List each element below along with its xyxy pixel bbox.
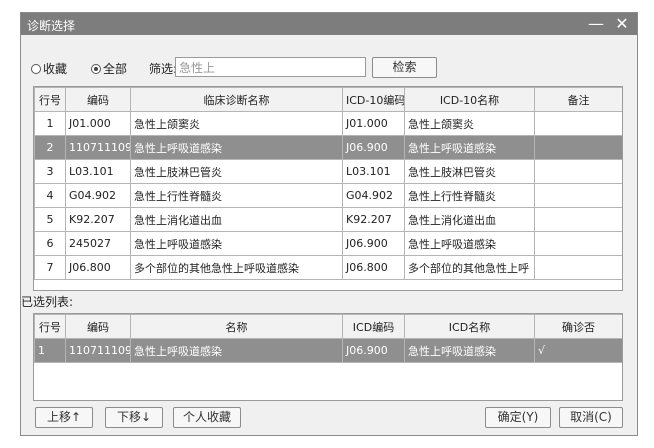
move-up-button[interactable]: 上移↑: [35, 407, 93, 428]
table-cell: [534, 231, 622, 256]
search-button[interactable]: 检索: [372, 57, 437, 78]
table-cell: 急性上呼吸道感染: [130, 135, 343, 160]
table-row[interactable]: 21107111099急性上呼吸道感染J06.900急性上呼吸道感染: [34, 135, 622, 160]
column-header[interactable]: 名称: [130, 314, 343, 339]
table-cell: L03.101: [65, 159, 131, 184]
column-header[interactable]: ICD-10名称: [404, 87, 535, 112]
minimize-icon[interactable]: —: [583, 13, 609, 35]
diagnosis-table: 行号 编码 临床诊断名称 ICD-10编码 ICD-10名称 备注 1 J01.000 急性上…: [33, 86, 623, 291]
table-cell: [534, 159, 622, 184]
column-header[interactable]: 确诊否: [534, 314, 622, 339]
selected-table: 行号编码名称ICD编码ICD名称确诊否 11107111099急性上呼吸道感染J…: [33, 313, 623, 401]
radio-all-label: 全部: [103, 62, 128, 76]
table-cell: J01.000: [65, 111, 131, 136]
table-cell: √: [534, 338, 622, 363]
radio-checked-icon: [91, 63, 101, 74]
window-title: 诊断选择: [27, 19, 76, 33]
table-row[interactable]: 3 L03.101 急性上肢淋巴管炎 L03.101 急性上肢淋巴管炎: [34, 159, 622, 184]
table-cell: [534, 207, 622, 232]
table-cell: J06.800: [65, 255, 131, 280]
table-cell: G04.902: [65, 183, 131, 208]
table-cell: 急性上呼吸道感染: [404, 231, 535, 256]
filter-bar: 收藏 全部 筛选: 检索: [21, 57, 637, 79]
table-cell: 急性上颌窦炎: [130, 111, 343, 136]
table-cell: J01.000: [342, 111, 405, 136]
selected-list-label: 已选列表:: [21, 295, 74, 309]
table-cell: 1: [34, 338, 66, 363]
confirm-button[interactable]: 确定(Y): [485, 407, 551, 428]
radio-favorites-label: 收藏: [43, 62, 68, 76]
cancel-button[interactable]: 取消(C): [559, 407, 623, 428]
table-cell: 急性上消化道出血: [404, 207, 535, 232]
column-header[interactable]: 行号: [34, 87, 66, 112]
column-header[interactable]: 临床诊断名称: [130, 87, 343, 112]
column-header[interactable]: ICD名称: [404, 314, 535, 339]
table-cell: 1107111099: [65, 135, 131, 160]
radio-all[interactable]: 全部: [91, 60, 127, 77]
radio-favorites[interactable]: 收藏: [31, 60, 67, 77]
table-cell: L03.101: [342, 159, 405, 184]
table-row[interactable]: 1 J01.000 急性上颌窦炎 J01.000 急性上颌窦炎: [34, 111, 622, 136]
column-header[interactable]: ICD-10编码: [342, 87, 405, 112]
table-cell: 1107111099: [65, 338, 131, 363]
close-icon[interactable]: ✕: [609, 13, 635, 35]
table-cell: 急性上呼吸道感染: [130, 231, 343, 256]
table-cell: K92.207: [342, 207, 405, 232]
table-row[interactable]: 6 245027 急性上呼吸道感染 J06.900 急性上呼吸道感染: [34, 231, 622, 256]
table-cell: 急性上肢淋巴管炎: [404, 159, 535, 184]
table-cell: 急性上呼吸道感染: [130, 338, 343, 363]
filter-label: 筛选:: [149, 62, 178, 76]
move-down-button[interactable]: 下移↓: [105, 407, 163, 428]
table-row[interactable]: 11107111099急性上呼吸道感染J06.900急性上呼吸道感染√: [34, 338, 622, 363]
table-cell: [534, 111, 622, 136]
column-header[interactable]: ICD编码: [342, 314, 405, 339]
table-cell: 急性上行性脊髓炎: [130, 183, 343, 208]
personal-favorites-button[interactable]: 个人收藏: [173, 407, 241, 428]
table-cell: J06.900: [342, 338, 405, 363]
table-cell: 4: [34, 183, 66, 208]
table-cell: 急性上消化道出血: [130, 207, 343, 232]
column-header[interactable]: 编码: [65, 87, 131, 112]
table-cell: 1: [34, 111, 66, 136]
table-cell: G04.902: [342, 183, 405, 208]
column-header[interactable]: 备注: [534, 87, 622, 112]
table-cell: J06.900: [342, 135, 405, 160]
column-header[interactable]: 编码: [65, 314, 131, 339]
title-bar[interactable]: 诊断选择 — ✕: [21, 13, 637, 35]
table-cell: J06.800: [342, 255, 405, 280]
table-row[interactable]: 7 J06.800 多个部位的其他急性上呼吸道感染 J06.800 多个部位的其他急性上…: [34, 255, 622, 280]
radio-unchecked-icon: [31, 63, 41, 74]
table-cell: 急性上行性脊髓炎: [404, 183, 535, 208]
table-cell: [534, 135, 622, 160]
table-cell: 245027: [65, 231, 131, 256]
table-cell: 多个部位的其他急性上呼: [404, 255, 535, 280]
table-cell: K92.207: [65, 207, 131, 232]
table-cell: [534, 255, 622, 280]
table-cell: 急性上颌窦炎: [404, 111, 535, 136]
table-cell: 7: [34, 255, 66, 280]
diagnosis-select-dialog: 诊断选择 — ✕ 收藏 全部 筛选: 检索 行号编码临床诊断名称ICD-10编码…: [20, 12, 638, 436]
table-cell: 2: [34, 135, 66, 160]
table-cell: 3: [34, 159, 66, 184]
table-cell: 5: [34, 207, 66, 232]
table-cell: 多个部位的其他急性上呼吸道感染: [130, 255, 343, 280]
table-cell: J06.900: [342, 231, 405, 256]
table-cell: [534, 183, 622, 208]
table-cell: 急性上呼吸道感染: [404, 135, 535, 160]
column-header[interactable]: 行号: [34, 314, 66, 339]
table-row[interactable]: 5 K92.207 急性上消化道出血 K92.207 急性上消化道出血: [34, 207, 622, 232]
search-input[interactable]: [175, 57, 366, 77]
table-row[interactable]: 4 G04.902 急性上行性脊髓炎 G04.902 急性上行性脊髓炎: [34, 183, 622, 208]
table-cell: 急性上呼吸道感染: [404, 338, 535, 363]
table-cell: 6: [34, 231, 66, 256]
table-cell: 急性上肢淋巴管炎: [130, 159, 343, 184]
